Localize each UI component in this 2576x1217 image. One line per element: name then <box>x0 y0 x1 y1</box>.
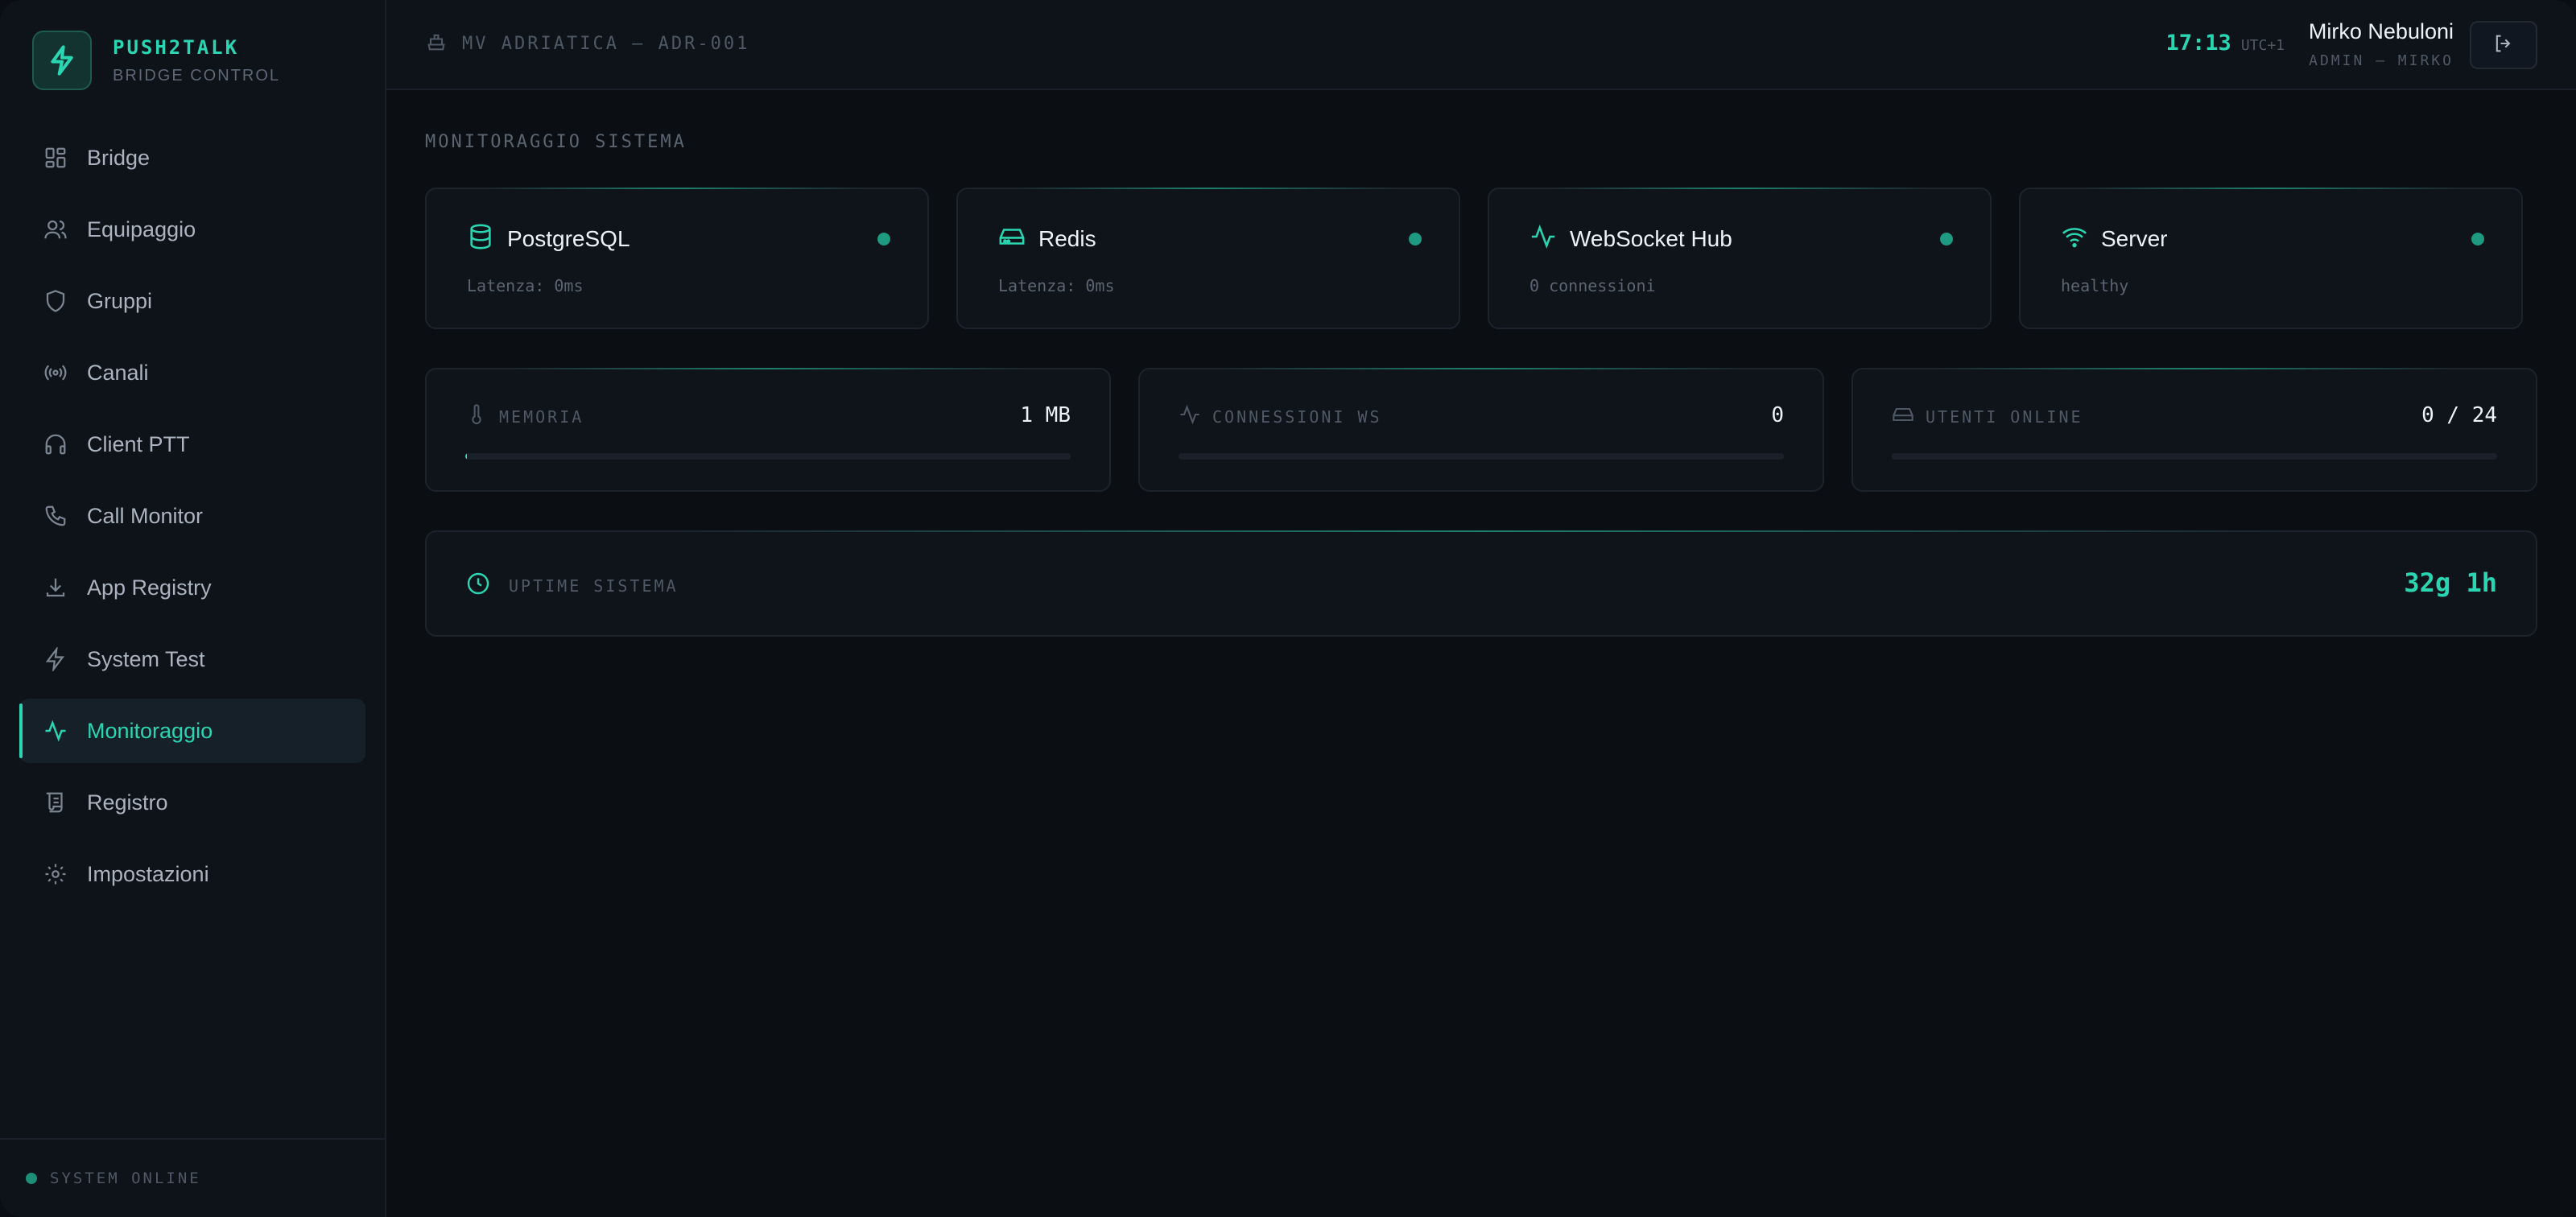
sidebar-item-monitoraggio[interactable]: Monitoraggio <box>19 699 365 763</box>
sidebar-item-label: Monitoraggio <box>87 718 213 743</box>
metric-value: 1 MB <box>1020 403 1071 427</box>
activity-icon <box>1530 223 1557 254</box>
app-window: PUSH2TALK BRIDGE CONTROL Bridge Equipagg… <box>0 0 2576 1217</box>
service-card-websocket-hub: WebSocket Hub 0 connessioni <box>1488 188 1992 329</box>
sidebar-item-impostazioni[interactable]: Impostazioni <box>19 842 365 906</box>
metric-value: 0 / 24 <box>2421 403 2497 427</box>
download-icon <box>42 574 69 601</box>
bolt-logo-icon <box>32 31 92 90</box>
ship-icon <box>425 31 448 57</box>
page-title: MONITORAGGIO SISTEMA <box>425 132 687 152</box>
phone-icon <box>42 502 69 530</box>
progress-bar <box>1892 453 2497 460</box>
sidebar-item-canali[interactable]: Canali <box>19 340 365 405</box>
status-dot <box>2471 233 2484 245</box>
service-detail: Latenza: 0ms <box>467 276 584 295</box>
sidebar-item-call-monitor[interactable]: Call Monitor <box>19 484 365 548</box>
system-status-text: SYSTEM ONLINE <box>50 1170 201 1187</box>
metric-card-memoria: MEMORIA 1 MB <box>425 368 1111 492</box>
user-role: ADMIN — MIRKO <box>2309 52 2454 69</box>
service-card-postgresql: PostgreSQL Latenza: 0ms <box>425 188 929 329</box>
logout-icon <box>2492 32 2515 59</box>
service-card-server: Server healthy <box>2019 188 2523 329</box>
uptime-value: 32g 1h <box>2404 567 2497 598</box>
metric-cards: MEMORIA 1 MB CONNESSIONI WS 0 UTENTI ONL… <box>425 368 2537 492</box>
user-name: Mirko Nebuloni <box>2308 19 2454 43</box>
wifi-icon <box>2061 223 2088 254</box>
sidebar: PUSH2TALK BRIDGE CONTROL Bridge Equipagg… <box>0 0 386 1217</box>
thermometer-icon <box>465 403 488 430</box>
metric-value: 0 <box>1771 403 1784 427</box>
service-name: WebSocket Hub <box>1570 225 1732 251</box>
top-bar: MV ADRIATICA — ADR-001 17:13 UTC+1 Mirko… <box>386 0 2576 90</box>
headphones-icon <box>42 431 69 458</box>
sidebar-item-label: Bridge <box>87 145 151 170</box>
sidebar-item-label: Registro <box>87 790 168 815</box>
clock-timezone: UTC+1 <box>2240 37 2285 54</box>
sidebar-item-label: System Test <box>87 646 205 671</box>
hard-drive-icon <box>998 223 1026 254</box>
sidebar-item-label: App Registry <box>87 575 212 600</box>
main-content: MONITORAGGIO SISTEMA PostgreSQL Latenza:… <box>425 89 2537 637</box>
metric-card-connessioni-ws: CONNESSIONI WS 0 <box>1138 368 1824 492</box>
clock: 17:13 UTC+1 <box>2166 31 2285 56</box>
hard-drive-icon <box>1892 403 1914 430</box>
gear-icon <box>42 860 69 888</box>
user-info: Mirko Nebuloni ADMIN — MIRKO <box>2309 19 2454 69</box>
sidebar-item-label: Client PTT <box>87 431 190 456</box>
metric-card-utenti-online: UTENTI ONLINE 0 / 24 <box>1852 368 2537 492</box>
status-dot <box>1409 233 1422 245</box>
clock-icon <box>465 571 491 600</box>
metric-label: UTENTI ONLINE <box>1926 406 2083 427</box>
brand-name: PUSH2TALK <box>113 35 240 59</box>
sidebar-item-system-test[interactable]: System Test <box>19 627 365 691</box>
dashboard-icon <box>42 144 69 171</box>
service-detail: healthy <box>2061 276 2129 295</box>
activity-icon <box>1179 403 1201 430</box>
system-status: SYSTEM ONLINE <box>0 1138 385 1217</box>
status-dot <box>877 233 890 245</box>
uptime-card: UPTIME SISTEMA 32g 1h <box>425 530 2537 637</box>
sidebar-item-label: Call Monitor <box>87 503 204 528</box>
metric-label: CONNESSIONI WS <box>1212 406 1382 427</box>
database-icon <box>467 223 494 254</box>
shield-icon <box>42 287 69 315</box>
sidebar-item-label: Equipaggio <box>87 217 196 241</box>
sidebar-item-label: Canali <box>87 360 149 385</box>
sidebar-item-equipaggio[interactable]: Equipaggio <box>19 197 365 262</box>
service-name: Server <box>2101 225 2168 251</box>
service-cards: PostgreSQL Latenza: 0ms Redis Latenza: 0… <box>425 188 2537 329</box>
logout-button[interactable] <box>2470 21 2537 69</box>
status-dot <box>1940 233 1953 245</box>
brand: PUSH2TALK BRIDGE CONTROL <box>32 31 280 90</box>
sidebar-item-app-registry[interactable]: App Registry <box>19 555 365 620</box>
scroll-icon <box>42 789 69 816</box>
service-detail: 0 connessioni <box>1530 276 1656 295</box>
sidebar-item-bridge[interactable]: Bridge <box>19 126 365 190</box>
status-dot <box>26 1173 37 1184</box>
progress-bar <box>1179 453 1784 460</box>
uptime-label: UPTIME SISTEMA <box>509 575 679 596</box>
service-card-redis: Redis Latenza: 0ms <box>956 188 1460 329</box>
metric-label: MEMORIA <box>499 406 584 427</box>
sidebar-item-label: Impostazioni <box>87 861 209 886</box>
users-icon <box>42 216 69 243</box>
brand-subtitle: BRIDGE CONTROL <box>113 66 281 85</box>
vessel-info: MV ADRIATICA — ADR-001 <box>425 31 749 57</box>
service-name: Redis <box>1038 225 1096 251</box>
sidebar-item-client-ptt[interactable]: Client PTT <box>19 412 365 476</box>
radio-icon <box>42 359 69 386</box>
sidebar-item-label: Gruppi <box>87 288 153 313</box>
sidebar-nav: Bridge Equipaggio Gruppi Canali Client P… <box>19 126 365 914</box>
service-name: PostgreSQL <box>507 225 630 251</box>
vessel-name: MV ADRIATICA — ADR-001 <box>462 34 750 54</box>
lightning-icon <box>42 646 69 673</box>
sidebar-item-registro[interactable]: Registro <box>19 770 365 835</box>
progress-bar <box>465 453 1071 460</box>
activity-icon <box>42 717 69 745</box>
service-detail: Latenza: 0ms <box>998 276 1115 295</box>
sidebar-item-gruppi[interactable]: Gruppi <box>19 269 365 333</box>
progress-fill <box>465 453 468 460</box>
clock-time: 17:13 <box>2165 31 2231 56</box>
